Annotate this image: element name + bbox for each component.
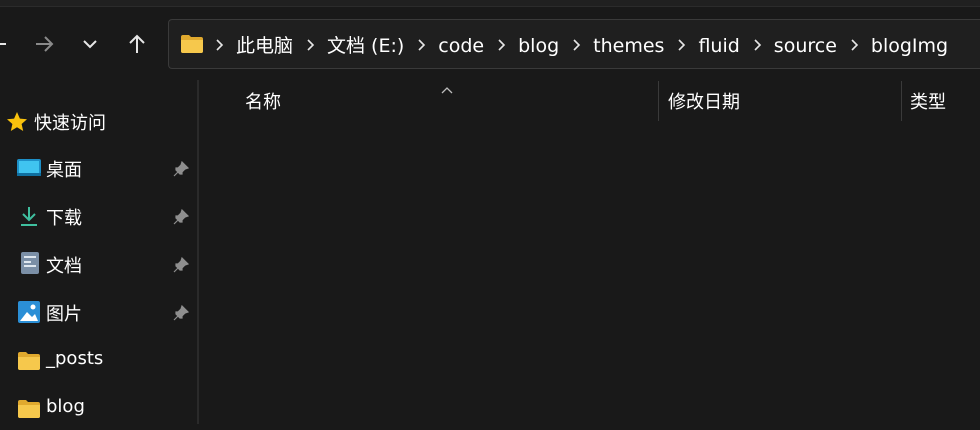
arrow-left-icon [0,43,6,45]
chevron-right-icon[interactable] [206,33,232,57]
breadcrumb-item[interactable]: themes [589,35,668,57]
breadcrumb-item[interactable]: code [434,35,488,57]
chevron-right-icon[interactable] [408,33,434,57]
pictures-icon [17,300,41,324]
pin-icon[interactable] [172,256,190,274]
column-header-modified[interactable]: 修改日期 [668,80,898,122]
pin-icon[interactable] [172,304,190,322]
document-icon [18,251,42,275]
sidebar-item-documents[interactable]: 文档 [0,242,196,286]
pane-divider[interactable] [197,80,199,424]
title-bar-edge [0,0,980,7]
sidebar-item-label: _posts [46,348,104,369]
chevron-right-icon[interactable] [841,33,867,57]
chevron-right-icon[interactable] [668,33,694,57]
chevron-right-icon[interactable] [488,33,514,57]
sidebar-item-label: 下载 [46,208,82,229]
breadcrumb-item[interactable]: blogImg [867,35,952,57]
sidebar-item-desktop[interactable]: 桌面 [0,146,196,190]
forward-button[interactable] [26,26,62,62]
breadcrumb: 此电脑 文档 (E:) code blog themes fluid source blogI… [206,31,952,58]
chevron-right-icon[interactable] [563,33,589,57]
desktop-icon [17,156,41,180]
navigation-pane: 快速访问 桌面 下载 文档 图片 _posts blog [0,80,200,424]
recent-locations-button[interactable] [72,26,108,62]
address-bar[interactable]: 此电脑 文档 (E:) code blog themes fluid source blogI… [168,19,980,69]
sidebar-item-label: 快速访问 [34,113,106,134]
breadcrumb-item[interactable]: blog [514,35,563,57]
pin-icon[interactable] [172,160,190,178]
star-icon [5,110,29,134]
breadcrumb-item[interactable]: 文档 (E:) [323,35,408,57]
pin-icon[interactable] [172,208,190,226]
sidebar-item-label: 图片 [46,304,82,325]
chevron-right-icon[interactable] [744,33,770,57]
arrow-up-icon [129,34,145,53]
download-icon [17,204,41,228]
sidebar-item-label: blog [46,396,85,417]
chevron-right-icon[interactable] [297,33,323,57]
column-resize-handle[interactable] [901,81,902,121]
column-resize-handle[interactable] [658,81,659,121]
chevron-down-icon [83,40,97,49]
folder-icon [17,397,41,421]
folder-icon [17,349,41,373]
up-button[interactable] [119,26,155,62]
sidebar-item-label: 桌面 [46,160,82,181]
breadcrumb-item[interactable]: fluid [694,35,743,57]
column-header-name[interactable]: 名称 [245,80,655,122]
back-button[interactable] [0,26,16,62]
breadcrumb-item[interactable]: source [770,35,841,57]
arrow-right-icon [36,36,54,52]
sidebar-item-pictures[interactable]: 图片 [0,290,196,334]
folder-icon [180,33,206,55]
file-list-empty-area[interactable] [200,122,980,424]
sidebar-item-posts[interactable]: _posts [0,338,196,382]
sidebar-item-blog[interactable]: blog [0,386,196,430]
column-header-type[interactable]: 类型 [910,80,980,122]
breadcrumb-item[interactable]: 此电脑 [232,35,297,57]
sidebar-item-label: 文档 [46,256,82,277]
sidebar-item-quick-access[interactable]: 快速访问 [0,100,196,144]
sidebar-item-downloads[interactable]: 下载 [0,194,196,238]
